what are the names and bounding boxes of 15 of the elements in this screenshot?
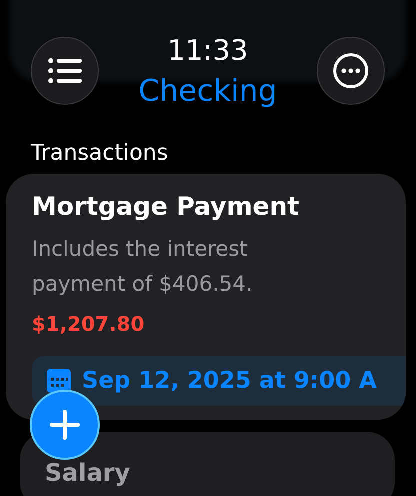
- more-icon: [333, 53, 369, 89]
- date-text: Sep 12, 2025 at 9:00 A: [82, 366, 377, 396]
- time: 11:33: [166, 33, 250, 69]
- section-heading: Transactions: [31, 140, 170, 168]
- transaction-card[interactable]: Salary: [20, 432, 395, 496]
- menu-icon: [48, 58, 82, 84]
- transaction-title: Mortgage Payment: [32, 191, 300, 223]
- plus-icon: [50, 410, 80, 440]
- transaction-amount: $1,207.80: [32, 311, 146, 338]
- calendar-icon: [46, 368, 72, 394]
- transaction-card[interactable]: Mortgage Payment Includes the interest payment of $406.54. $1,207.80 Sep 12, 2025 at 9:00 A: [6, 174, 406, 420]
- account-title: Checking: [138, 73, 278, 111]
- date-chip[interactable]: Sep 12, 2025 at 9:00 A: [32, 356, 406, 406]
- transaction-note: Includes the interest payment of $406.54.: [32, 236, 254, 298]
- transaction-title: Salary: [45, 458, 132, 489]
